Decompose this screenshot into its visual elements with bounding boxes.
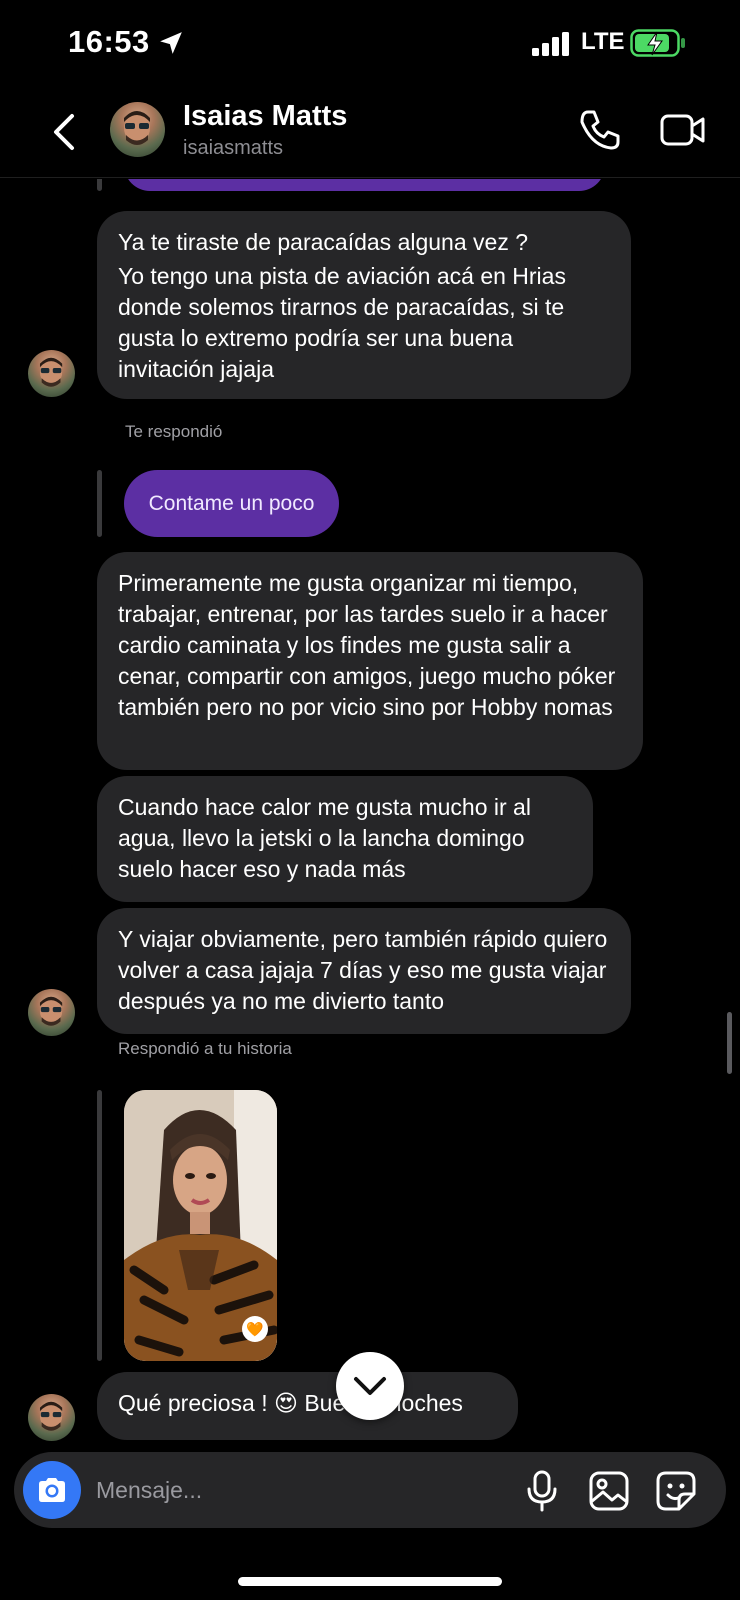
reply-bar — [97, 179, 102, 191]
contact-handle[interactable]: isaiasmatts — [183, 137, 283, 160]
message-text: Yo tengo una pista de aviación acá en Hr… — [118, 263, 566, 382]
contact-avatar[interactable] — [110, 102, 165, 157]
home-indicator[interactable] — [238, 1577, 502, 1586]
scroll-to-bottom-button[interactable] — [336, 1352, 404, 1420]
reply-bar — [97, 1090, 102, 1361]
my-message-bubble[interactable]: Contame un poco — [124, 470, 339, 537]
message-text: Ya te tiraste de paracaídas alguna vez ? — [118, 229, 529, 255]
message-bubble[interactable]: Y viajar obviamente, pero también rápido… — [97, 908, 631, 1034]
sender-avatar[interactable] — [28, 989, 75, 1036]
sticker-icon[interactable] — [655, 1470, 697, 1512]
contact-name[interactable]: Isaias Matts — [183, 100, 347, 133]
scrollbar-thumb[interactable] — [727, 1012, 732, 1074]
reply-meta: Te respondió — [125, 422, 223, 441]
microphone-icon[interactable] — [524, 1470, 560, 1512]
sender-avatar[interactable] — [28, 1394, 75, 1441]
message-text: Qué preciosa ! 😍 Buenas noches — [118, 1390, 463, 1416]
status-bar: 16:53 LTE — [0, 0, 740, 90]
story-thumbnail[interactable]: 🧡 — [124, 1090, 277, 1361]
story-reply-meta: Respondió a tu historia — [118, 1039, 292, 1058]
story-reaction-badge: 🧡 — [242, 1316, 268, 1342]
gallery-icon[interactable] — [588, 1470, 630, 1512]
video-camera-icon[interactable] — [660, 110, 706, 150]
message-input[interactable] — [96, 1470, 496, 1510]
network-label: LTE — [581, 28, 625, 55]
previous-message-bubble[interactable] — [124, 179, 605, 191]
chevron-down-icon — [354, 1377, 386, 1395]
message-bubble[interactable]: Qué preciosa ! 😍 Buenas noches — [97, 1372, 518, 1440]
location-arrow-icon — [160, 32, 182, 54]
message-text: Y viajar obviamente, pero también rápido… — [118, 926, 608, 1014]
message-bubble[interactable]: Cuando hace calor me gusta mucho ir al a… — [97, 776, 593, 902]
reply-bar — [97, 470, 102, 537]
camera-icon — [39, 1478, 65, 1502]
battery-charging-icon — [630, 29, 685, 57]
back-chevron-icon[interactable] — [44, 110, 84, 154]
message-text: Cuando hace calor me gusta mucho ir al a… — [118, 794, 531, 882]
status-time: 16:53 — [68, 24, 150, 59]
chat-header: Isaias Matts isaiasmatts — [0, 90, 740, 178]
message-text: Primeramente me gusta organizar mi tiemp… — [118, 570, 616, 720]
message-composer — [14, 1452, 726, 1528]
phone-icon[interactable] — [578, 108, 622, 152]
camera-button[interactable] — [23, 1461, 81, 1519]
message-bubble[interactable]: Ya te tiraste de paracaídas alguna vez ?… — [97, 211, 631, 399]
signal-icon — [532, 32, 569, 56]
sender-avatar[interactable] — [28, 350, 75, 397]
message-thread[interactable]: Ya te tiraste de paracaídas alguna vez ?… — [0, 179, 740, 1450]
message-bubble[interactable]: Primeramente me gusta organizar mi tiemp… — [97, 552, 643, 770]
